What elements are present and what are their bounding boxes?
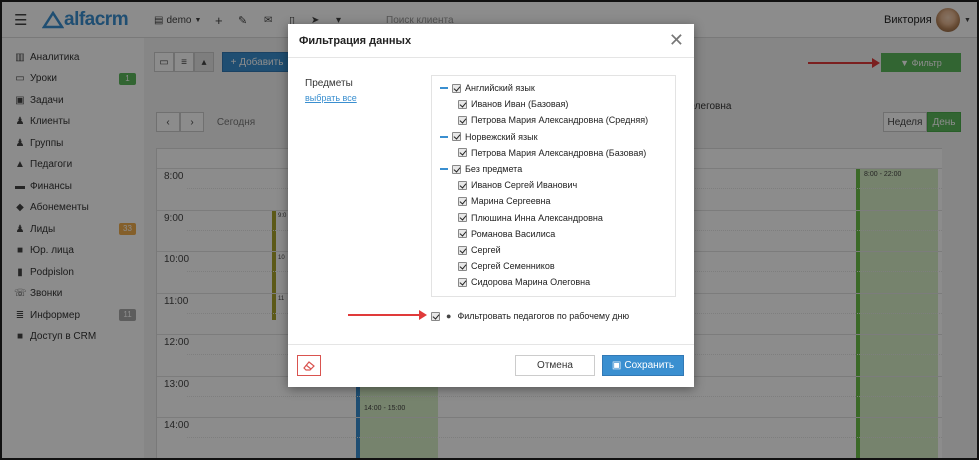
close-icon[interactable]: ✕	[669, 31, 684, 49]
tree-checkbox[interactable]	[458, 245, 467, 255]
tree-checkbox[interactable]	[458, 261, 467, 271]
tree-node-label: Плюшина Инна Александровна	[471, 212, 603, 223]
select-all-link[interactable]: выбрать все	[305, 93, 357, 103]
tree-node-label: Романова Василиса	[471, 228, 556, 239]
tree-teacher-node[interactable]: Сидорова Марина Олеговна	[458, 275, 590, 289]
tree-node-label: Норвежский язык	[465, 131, 538, 142]
collapse-icon[interactable]	[440, 168, 448, 170]
tree-checkbox[interactable]	[452, 83, 461, 93]
tree-node-label: Петрова Мария Александровна (Средняя)	[471, 115, 649, 126]
tree-teacher-node[interactable]: Петрова Мария Александровна (Средняя)	[458, 113, 648, 127]
tree-checkbox[interactable]	[458, 213, 467, 223]
app-window: ☰ alfacrm ▤ demo ▼ + ✎ ✉ ▯ ➤ ▾ Поиск кли…	[0, 0, 979, 460]
eraser-button[interactable]	[297, 355, 321, 376]
workday-filter-checkbox[interactable]	[431, 311, 440, 321]
tree-node-label: Марина Сергеевна	[471, 196, 551, 207]
tree-teacher-node[interactable]: Петрова Мария Александровна (Базовая)	[458, 146, 646, 160]
tree-checkbox[interactable]	[452, 164, 461, 174]
tree-node-label: Сидорова Марина Олеговна	[471, 277, 591, 288]
collapse-icon[interactable]	[440, 87, 448, 89]
tree-node-label: Английский язык	[465, 83, 535, 93]
tree-checkbox[interactable]	[458, 277, 467, 287]
tree-node-label: Иванов Иван (Базовая)	[471, 99, 569, 110]
save-label: Сохранить	[624, 360, 675, 371]
workday-filter-row[interactable]: ● Фильтровать педагогов по рабочему дню	[431, 309, 629, 323]
tree-teacher-node[interactable]: Сергей Семенников	[458, 259, 555, 273]
tree-teacher-node[interactable]: Марина Сергеевна	[458, 194, 550, 208]
modal-header: Фильтрация данных ✕	[288, 24, 694, 58]
annotation-arrow	[348, 310, 427, 320]
subjects-label: Предметы	[305, 78, 353, 89]
tree-subject-node[interactable]: Без предмета	[440, 162, 522, 176]
tree-checkbox[interactable]	[458, 180, 467, 190]
tree-teacher-node[interactable]: Иванов Сергей Иванович	[458, 178, 577, 192]
filter-modal: Фильтрация данных ✕ Предметы выбрать все…	[288, 24, 694, 387]
subject-tree: Английский язык Иванов Иван (Базовая) Петр…	[431, 75, 676, 297]
save-button[interactable]: ▣ Сохранить	[602, 355, 684, 376]
tree-node-label: Иванов Сергей Иванович	[471, 180, 578, 191]
tree-checkbox[interactable]	[458, 99, 467, 109]
tree-teacher-node[interactable]: Плюшина Инна Александровна	[458, 211, 603, 225]
tree-checkbox[interactable]	[458, 148, 467, 158]
tree-checkbox[interactable]	[458, 196, 467, 206]
modal-title: Фильтрация данных	[299, 35, 412, 47]
tree-teacher-node[interactable]: Романова Василиса	[458, 227, 555, 241]
workday-filter-label: Фильтровать педагогов по рабочему дню	[457, 311, 630, 321]
map-marker-icon: ●	[446, 311, 452, 321]
tree-subject-node[interactable]: Норвежский язык	[440, 130, 538, 144]
tree-checkbox[interactable]	[458, 229, 467, 239]
floppy-icon: ▣	[611, 360, 622, 371]
cancel-button[interactable]: Отмена	[515, 355, 595, 376]
eraser-icon	[303, 360, 315, 371]
tree-teacher-node[interactable]: Сергей	[458, 243, 501, 257]
tree-node-label: Сергей Семенников	[471, 261, 555, 272]
tree-checkbox[interactable]	[452, 132, 461, 142]
tree-node-label: Без предмета	[465, 164, 523, 174]
tree-teacher-node[interactable]: Иванов Иван (Базовая)	[458, 97, 568, 111]
tree-checkbox[interactable]	[458, 115, 467, 125]
collapse-icon[interactable]	[440, 135, 448, 138]
tree-node-label: Петрова Мария Александровна (Базовая)	[471, 147, 647, 158]
tree-node-label: Сергей	[471, 245, 501, 255]
tree-subject-node[interactable]: Английский язык	[440, 81, 535, 95]
